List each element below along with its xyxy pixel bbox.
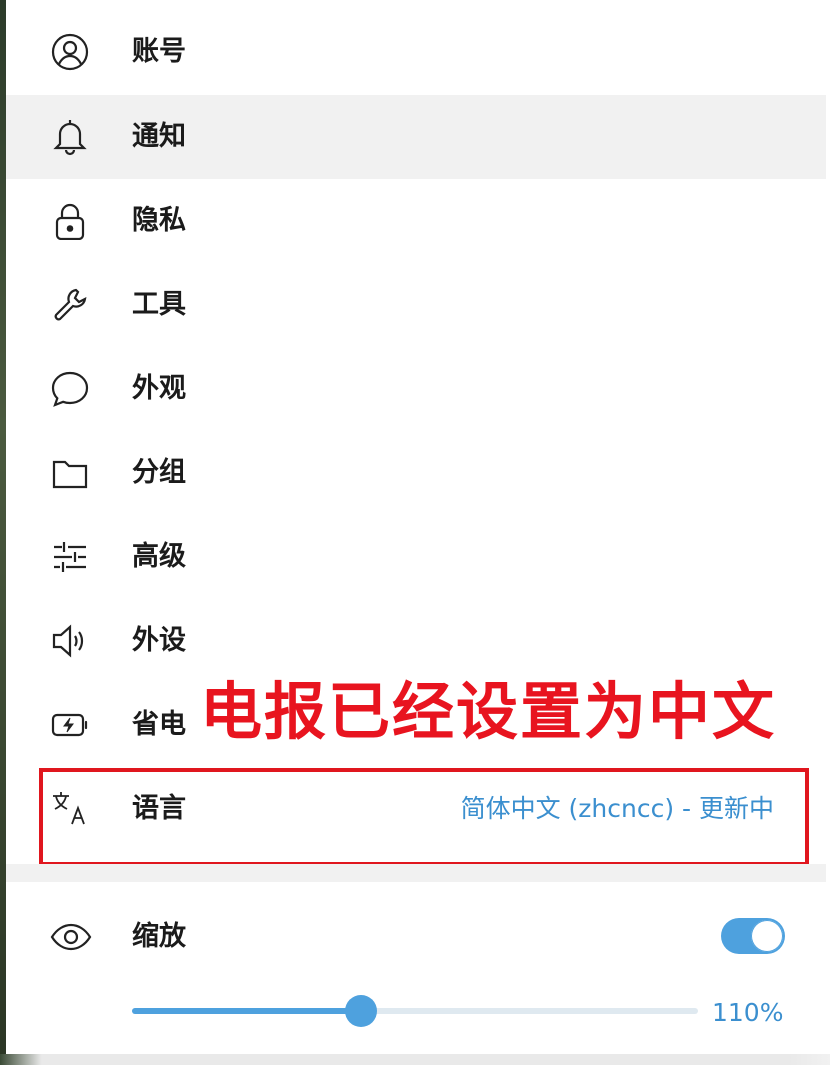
battery-icon bbox=[50, 706, 90, 744]
menu-item-label: 通知 bbox=[132, 121, 186, 152]
speaker-icon bbox=[50, 622, 90, 660]
menu-item-notifications[interactable]: 通知 bbox=[6, 95, 826, 179]
menu-item-privacy[interactable]: 隐私 bbox=[6, 179, 826, 263]
menu-item-label: 账号 bbox=[132, 36, 186, 67]
zoom-value: 110% bbox=[712, 998, 784, 1027]
annotation-caption: 电报已经设置为中文 bbox=[196, 666, 780, 758]
menu-item-tools[interactable]: 工具 bbox=[6, 263, 826, 347]
lock-icon bbox=[50, 202, 90, 240]
menu-item-account[interactable]: 账号 bbox=[6, 10, 826, 94]
wrench-icon bbox=[50, 286, 90, 324]
menu-item-folders[interactable]: 分组 bbox=[6, 431, 826, 515]
folder-icon bbox=[50, 454, 90, 492]
menu-item-label: 高级 bbox=[132, 541, 186, 572]
menu-item-label: 外设 bbox=[132, 625, 186, 656]
menu-item-label: 外观 bbox=[132, 373, 186, 404]
toggle-knob bbox=[751, 920, 783, 952]
menu-item-label: 隐私 bbox=[132, 205, 186, 236]
window-bottom-edge bbox=[0, 1054, 830, 1065]
menu-item-label: 省电 bbox=[132, 709, 186, 740]
slider-thumb[interactable] bbox=[345, 995, 378, 1027]
zoom-setting-row: 缩放 bbox=[6, 882, 826, 992]
sliders-icon bbox=[50, 538, 90, 576]
menu-item-appearance[interactable]: 外观 bbox=[6, 347, 826, 431]
section-divider bbox=[6, 864, 826, 882]
bell-icon bbox=[50, 118, 90, 156]
menu-item-label: 工具 bbox=[132, 289, 186, 320]
annotation-highlight-box bbox=[39, 768, 809, 866]
eye-icon bbox=[50, 918, 92, 956]
account-icon bbox=[50, 33, 90, 71]
menu-item-advanced[interactable]: 高级 bbox=[6, 515, 826, 599]
zoom-label: 缩放 bbox=[132, 921, 186, 952]
chat-bubble-icon bbox=[50, 370, 90, 408]
menu-item-label: 分组 bbox=[132, 457, 186, 488]
zoom-toggle[interactable] bbox=[721, 918, 785, 954]
slider-fill bbox=[132, 1008, 362, 1014]
zoom-slider[interactable] bbox=[132, 995, 698, 1027]
